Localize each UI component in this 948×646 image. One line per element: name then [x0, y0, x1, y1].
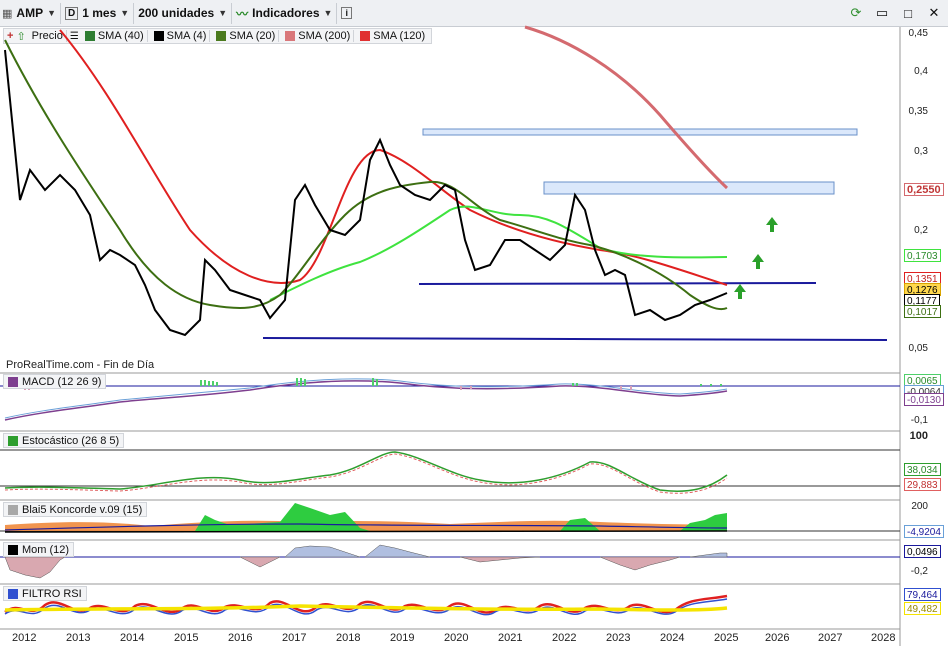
- sma200-line: [524, 25, 729, 190]
- stochastic-label[interactable]: Estocástico (26 8 5): [3, 433, 125, 448]
- price-axis-label: 0,45: [908, 28, 928, 39]
- year-label: 2028: [871, 632, 896, 644]
- color-swatch: [8, 376, 18, 387]
- year-label: 2014: [120, 632, 145, 644]
- support-line-upper: [418, 282, 817, 285]
- sma20-line: [4, 39, 728, 311]
- koncorde-label-text: Blai5 Koncorde v.09 (15): [22, 503, 143, 516]
- year-label: 2024: [660, 632, 685, 644]
- arrow-up-icon: [734, 284, 746, 299]
- macd-label-text: MACD (12 26 9): [22, 375, 102, 388]
- price-axis-label: 0,4: [914, 66, 928, 77]
- year-label: 2012: [12, 632, 37, 644]
- support-line-lower: [262, 337, 888, 341]
- macd-tag-line: -0,0130: [904, 393, 944, 406]
- macd-axis-label: -0,1: [910, 415, 928, 426]
- rsi-tag-yellow: 49,482: [904, 602, 941, 615]
- momentum-label-text: Mom (12): [22, 543, 70, 556]
- stochastic-axis-label: 100: [909, 430, 928, 442]
- chart-canvas[interactable]: [0, 0, 948, 646]
- sma20-tag: 0,1017: [904, 305, 941, 318]
- price-axis-label: 0,35: [908, 106, 928, 117]
- year-label: 2027: [818, 632, 843, 644]
- arrow-up-icon: [766, 217, 778, 232]
- koncorde-label[interactable]: Blai5 Koncorde v.09 (15): [3, 502, 148, 517]
- price-axis-label: 0,2: [914, 225, 928, 236]
- stochastic-tag-d: 29,883: [904, 478, 941, 491]
- arrow-up-icon: [752, 254, 764, 269]
- year-label: 2023: [606, 632, 631, 644]
- rsi-tag-blue: 79,464: [904, 588, 941, 601]
- year-label: 2018: [336, 632, 361, 644]
- sma200-tag: 0,2550: [904, 183, 944, 196]
- momentum-tag: 0,0496: [904, 545, 941, 558]
- year-label: 2019: [390, 632, 415, 644]
- stochastic-tag-k: 38,034: [904, 463, 941, 476]
- momentum-axis-label: -0,2: [910, 566, 928, 577]
- year-label: 2016: [228, 632, 253, 644]
- price-axis-label: 0,05: [908, 343, 928, 354]
- stochastic-label-text: Estocástico (26 8 5): [22, 434, 120, 447]
- color-swatch: [8, 435, 18, 446]
- resistance-zone-lower: [543, 181, 835, 195]
- color-swatch: [8, 588, 18, 599]
- color-swatch: [8, 544, 18, 555]
- year-label: 2020: [444, 632, 469, 644]
- year-label: 2025: [714, 632, 739, 644]
- year-label: 2022: [552, 632, 577, 644]
- watermark: ProRealTime.com - Fin de Día: [6, 359, 155, 371]
- year-label: 2015: [174, 632, 199, 644]
- year-label: 2017: [282, 632, 307, 644]
- color-swatch: [8, 504, 18, 515]
- koncorde-axis-label: 200: [911, 501, 928, 512]
- momentum-label[interactable]: Mom (12): [3, 542, 75, 557]
- price-axis-label: 0,3: [914, 146, 928, 157]
- rsi-label[interactable]: FILTRO RSI: [3, 586, 87, 601]
- koncorde-tag: -4,9204: [904, 525, 944, 538]
- sma40-tag: 0,1703: [904, 249, 941, 262]
- rsi-label-text: FILTRO RSI: [22, 587, 82, 600]
- year-label: 2013: [66, 632, 91, 644]
- year-label: 2021: [498, 632, 523, 644]
- resistance-zone-upper: [422, 128, 858, 136]
- macd-label[interactable]: MACD (12 26 9): [3, 374, 107, 389]
- year-label: 2026: [765, 632, 790, 644]
